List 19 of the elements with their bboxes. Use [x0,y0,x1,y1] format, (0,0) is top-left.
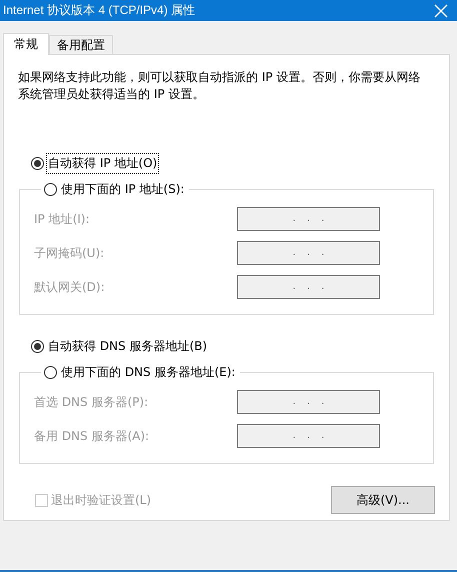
field-label: 备用 DNS 服务器(A): [34,428,150,444]
tab[interactable]: 备用配置 [49,35,113,54]
field-label: IP 地址(I): [34,210,90,228]
window-title: Internet 协议版本 4 (TCP/IPv4) 属性 [3,2,196,19]
field-label: 首选 DNS 服务器(P): [34,394,148,410]
tab[interactable]: 常规 [3,33,49,55]
radio-button[interactable] [31,157,44,170]
radio-label[interactable]: 使用下面的 DNS 服务器地址(E): [59,362,238,383]
field-label: 子网掩码(U): [34,244,104,262]
radio-label[interactable]: 自动获得 DNS 服务器地址(B) [46,336,210,357]
description-text: 如果网络支持此功能，则可以获取自动指派的 IP 设置。否则，你需要从网络系统管理员处获得适当的 IP 设置。 [18,69,422,103]
field-label: 默认网关(D): [34,278,105,296]
radio-button[interactable] [44,366,57,379]
radio-button[interactable] [44,183,57,196]
close-icon[interactable] [434,4,448,18]
advanced-button[interactable]: 高级(V)... [331,486,435,514]
radio-label[interactable]: 自动获得 IP 地址(O) [46,153,160,174]
radio-label[interactable]: 使用下面的 IP 地址(S): [59,179,186,200]
radio-button[interactable] [31,340,44,353]
